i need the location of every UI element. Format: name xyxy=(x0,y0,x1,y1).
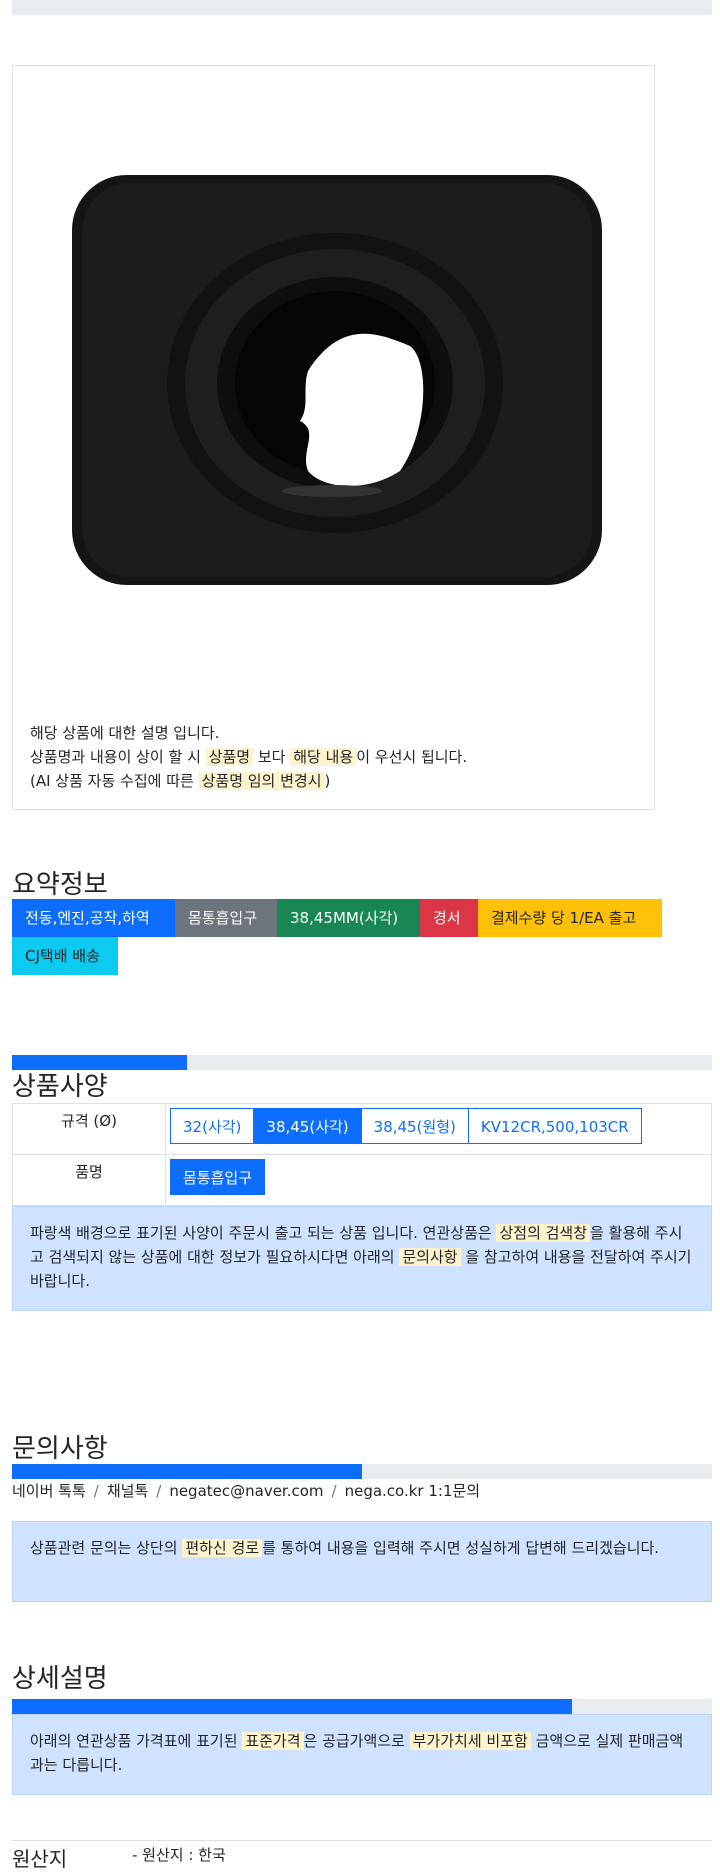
option-38-45-square[interactable]: 38,45(사각) xyxy=(253,1108,362,1144)
tag-shipping: CJ택배 배송 xyxy=(12,937,118,975)
detail-notice: 아래의 연관상품 가격표에 표기된 표준가격 은 공급가액으로 부가가치세 비포함… xyxy=(12,1714,712,1795)
inquiry-channels: 네이버 톡톡 / 채널톡 / negatec@naver.com / nega.co.kr … xyxy=(12,1480,480,1501)
tag-category: 전동,엔진,공작,하역 xyxy=(12,899,175,937)
detail-title: 상세설명 xyxy=(12,1664,108,1694)
product-photo xyxy=(72,175,602,585)
desc-line-2: 상품명과 내용이 상이 할 시 상품명 보다 해당 내용 이 우선시 됩니다. xyxy=(30,745,467,769)
name-value-badge: 몸통흡입구 xyxy=(170,1159,266,1195)
highlight: 표준가격 xyxy=(242,1732,304,1750)
desc-line-1: 해당 상품에 대한 설명 입니다. xyxy=(30,724,220,742)
spec-label: 규격 (Ø) xyxy=(12,1103,166,1155)
channel-talk-link[interactable]: 채널톡 xyxy=(107,1482,148,1500)
inquiry-progress-fill xyxy=(12,1464,362,1479)
notice-text: 파랑색 배경으로 표기된 사양이 주문시 출고 되는 상품 입니다. 연관상품은 xyxy=(30,1224,492,1242)
spec-row-size: 규격 (Ø) 32(사각) 38,45(사각) 38,45(원형) KV12CR,50… xyxy=(12,1103,712,1155)
tag-name: 몸통흡입구 xyxy=(175,899,277,937)
desc-text: (AI 상품 자동 수집에 따른 xyxy=(30,772,194,790)
desc-text: 보다 xyxy=(257,748,286,766)
inquiry-progress-bar xyxy=(12,1464,712,1479)
email-link[interactable]: negatec@naver.com xyxy=(169,1482,323,1500)
product-image-panel: 해당 상품에 대한 설명 입니다. 상품명과 내용이 상이 할 시 상품명 보다… xyxy=(12,65,655,810)
origin-value: - 원산지 : 한국 xyxy=(132,1846,226,1864)
desc-text: ) xyxy=(324,772,331,790)
option-32-square[interactable]: 32(사각) xyxy=(170,1108,255,1144)
highlight: 부가가치세 비포함 xyxy=(409,1732,531,1750)
highlight: 편하신 경로 xyxy=(182,1539,263,1557)
option-kv12cr[interactable]: KV12CR,500,103CR xyxy=(467,1108,642,1144)
spec-notice: 파랑색 배경으로 표기된 사양이 주문시 출고 되는 상품 입니다. 연관상품은… xyxy=(12,1206,712,1311)
notice-text: 를 통하여 내용을 입력해 주시면 성실하게 답변해 드리겠습니다. xyxy=(262,1539,660,1557)
detail-progress-bar xyxy=(12,1699,712,1714)
notice-text: 아래의 연관상품 가격표에 표기된 xyxy=(30,1732,238,1750)
product-description: 해당 상품에 대한 설명 입니다. 상품명과 내용이 상이 할 시 상품명 보다… xyxy=(30,721,467,793)
tag-quantity: 결제수량 당 1/EA 출고 xyxy=(478,899,662,937)
spec-progress-bar xyxy=(12,1055,712,1070)
highlight: 문의사항 xyxy=(399,1248,461,1266)
notice-text: 은 공급가액으로 xyxy=(303,1732,405,1750)
desc-text: 상품명과 내용이 상이 할 시 xyxy=(30,748,201,766)
site-inquiry-link[interactable]: nega.co.kr 1:1문의 xyxy=(345,1482,481,1500)
tag-brand: 경서 xyxy=(420,899,478,937)
summary-title: 요약정보 xyxy=(12,870,108,900)
highlight: 상품명 xyxy=(205,748,254,766)
tag-size: 38,45MM(사각) xyxy=(277,899,420,937)
highlight: 상품명 임의 변경시 xyxy=(198,772,325,790)
separator: / xyxy=(156,1482,162,1500)
spec-name-cell: 몸통흡입구 xyxy=(165,1154,712,1206)
desc-line-3: (AI 상품 자동 수집에 따른 상품명 임의 변경시) xyxy=(30,769,467,793)
top-bar xyxy=(12,0,712,15)
inquiry-title: 문의사항 xyxy=(12,1434,108,1464)
spec-row-name: 품명 몸통흡입구 xyxy=(12,1154,712,1206)
inquiry-notice: 상품관련 문의는 상단의 편하신 경로 를 통하여 내용을 입력해 주시면 성실하… xyxy=(12,1521,712,1602)
spec-title: 상품사양 xyxy=(12,1072,108,1102)
detail-progress-fill xyxy=(12,1699,572,1714)
origin-row: 원산지 - 원산지 : 한국 xyxy=(12,1840,712,1871)
separator: / xyxy=(331,1482,337,1500)
naver-talk-link[interactable]: 네이버 톡톡 xyxy=(12,1482,86,1500)
spec-options: 32(사각) 38,45(사각) 38,45(원형) KV12CR,500,103CR xyxy=(165,1103,712,1155)
separator: / xyxy=(93,1482,99,1500)
spec-label: 품명 xyxy=(12,1154,166,1206)
highlight: 상점의 검색창 xyxy=(496,1224,591,1242)
option-38-45-round[interactable]: 38,45(원형) xyxy=(360,1108,469,1144)
spec-table: 규격 (Ø) 32(사각) 38,45(사각) 38,45(원형) KV12CR,50… xyxy=(12,1103,712,1206)
highlight: 해당 내용 xyxy=(290,748,357,766)
desc-text: 이 우선시 됩니다. xyxy=(356,748,468,766)
notice-text: 상품관련 문의는 상단의 xyxy=(30,1539,178,1557)
